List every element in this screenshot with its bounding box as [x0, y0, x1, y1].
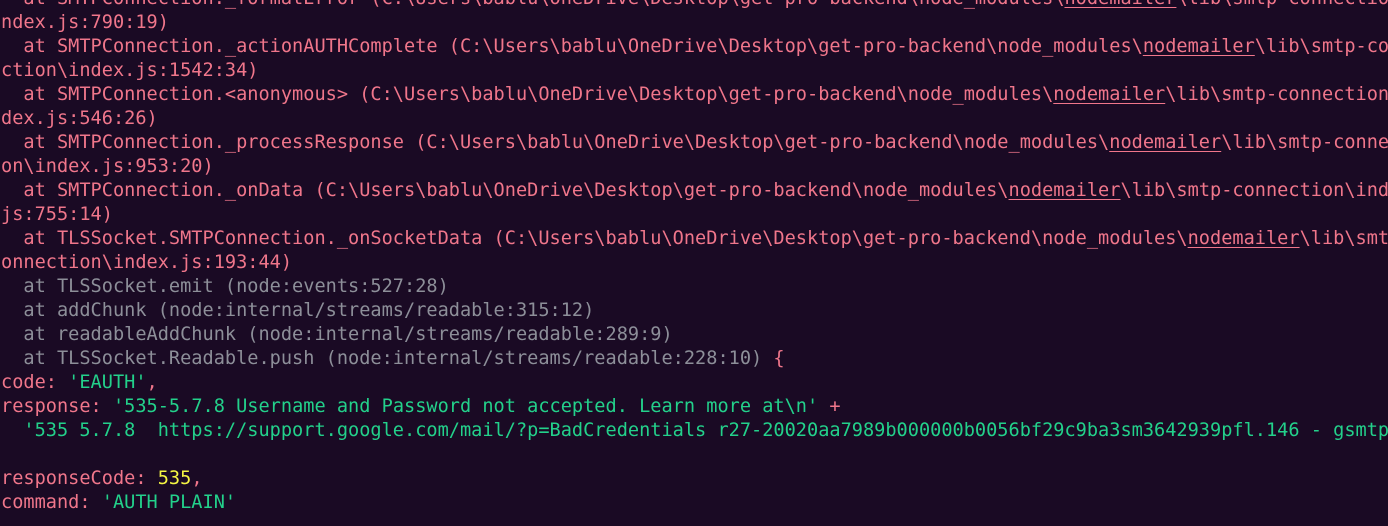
line-segment: \lib\smtp-connection [1176, 0, 1388, 9]
line-segment: at readableAddChunk (node:internal/strea… [1, 324, 673, 345]
terminal-line: at TLSSocket.Readable.push (node:interna… [1, 347, 1388, 371]
line-segment: 'AUTH PLAIN' [101, 492, 237, 513]
terminal-output[interactable]: at SMTPConnection._formatError (C:\Users… [0, 0, 1388, 526]
line-segment: \lib\smtp-con [1254, 36, 1388, 57]
line-segment: at SMTPConnection._processResponse (C:\U… [1, 132, 1110, 153]
terminal-line: at SMTPConnection._onData (C:\Users\babl… [1, 179, 1388, 203]
terminal-line: ction\index.js:1542:34) [1, 59, 1388, 83]
terminal-line: at SMTPConnection._actionAUTHComplete (C… [1, 35, 1388, 59]
terminal-line: at SMTPConnection.<anonymous> (C:\Users\… [1, 83, 1388, 107]
module-link[interactable]: nodemailer [1064, 0, 1176, 9]
line-segment: responseCode: [1, 468, 158, 489]
terminal-line: responseCode: 535, [1, 467, 1388, 491]
line-segment: '535 5.7.8 https://support.google.com/ma… [1, 420, 1388, 441]
line-segment: 535 [157, 468, 192, 489]
line-segment: at addChunk (node:internal/streams/reada… [1, 300, 595, 321]
line-segment: { [762, 348, 785, 369]
terminal-line: onnection\index.js:193:44) [1, 251, 1388, 275]
terminal-line: on\index.js:953:20) [1, 155, 1388, 179]
terminal-line: dex.js:546:26) [1, 107, 1388, 131]
terminal-line: response: '535-5.7.8 Username and Passwo… [1, 395, 1388, 419]
line-segment: , [146, 372, 158, 393]
line-segment: at SMTPConnection._onData (C:\Users\babl… [1, 180, 1009, 201]
terminal-line: '535 5.7.8 https://support.google.com/ma… [1, 419, 1388, 443]
line-segment: 'EAUTH' [68, 372, 147, 393]
terminal-line: code: 'EAUTH', [1, 371, 1388, 395]
line-segment: at TLSSocket.emit (node:events:527:28) [1, 276, 449, 297]
line-segment: at TLSSocket.Readable.push (node:interna… [1, 348, 763, 369]
module-link[interactable]: nodemailer [1109, 132, 1221, 153]
line-segment: dex.js:546:26) [1, 108, 158, 129]
line-segment: on\index.js:953:20) [1, 156, 214, 177]
terminal-line: at TLSSocket.emit (node:events:527:28) [1, 275, 1388, 299]
module-link[interactable]: nodemailer [1053, 84, 1165, 105]
terminal-line: command: 'AUTH PLAIN' [1, 491, 1388, 515]
line-segment: code: [1, 372, 69, 393]
line-segment: at TLSSocket.SMTPConnection._onSocketDat… [1, 228, 1188, 249]
terminal-line: at addChunk (node:internal/streams/reada… [1, 299, 1388, 323]
line-segment: response: [1, 396, 113, 417]
terminal-line: ndex.js:790:19) [1, 11, 1388, 35]
line-segment: + [818, 396, 841, 417]
terminal-line: at SMTPConnection._processResponse (C:\U… [1, 131, 1388, 155]
line-segment: at SMTPConnection._actionAUTHComplete (C… [1, 36, 1143, 57]
line-segment: \lib\smtp-connec [1221, 132, 1388, 153]
module-link[interactable]: nodemailer [1143, 36, 1255, 57]
line-segment: command: [1, 492, 102, 513]
line-segment: , [191, 468, 203, 489]
line-segment: \lib\smtp-connection\ [1165, 84, 1388, 105]
line-segment: at SMTPConnection.<anonymous> (C:\Users\… [1, 84, 1054, 105]
line-segment: \lib\smtp-connection\inde [1120, 180, 1388, 201]
module-link[interactable]: nodemailer [1009, 180, 1121, 201]
line-segment: onnection\index.js:193:44) [1, 252, 293, 273]
terminal-line: at readableAddChunk (node:internal/strea… [1, 323, 1388, 347]
line-segment: js:755:14) [1, 204, 113, 225]
terminal-lines: at SMTPConnection._formatError (C:\Users… [1, 0, 1388, 515]
terminal-line: at SMTPConnection._formatError (C:\Users… [1, 0, 1388, 11]
terminal-line: at TLSSocket.SMTPConnection._onSocketDat… [1, 227, 1388, 251]
line-segment: ction\index.js:1542:34) [1, 60, 259, 81]
line-segment: \lib\smtp [1299, 228, 1388, 249]
line-segment: at SMTPConnection._formatError (C:\Users… [1, 0, 1064, 9]
line-segment: ndex.js:790:19) [1, 12, 169, 33]
module-link[interactable]: nodemailer [1188, 228, 1300, 249]
line-segment: '535-5.7.8 Username and Password not acc… [112, 396, 819, 417]
terminal-line: js:755:14) [1, 203, 1388, 227]
